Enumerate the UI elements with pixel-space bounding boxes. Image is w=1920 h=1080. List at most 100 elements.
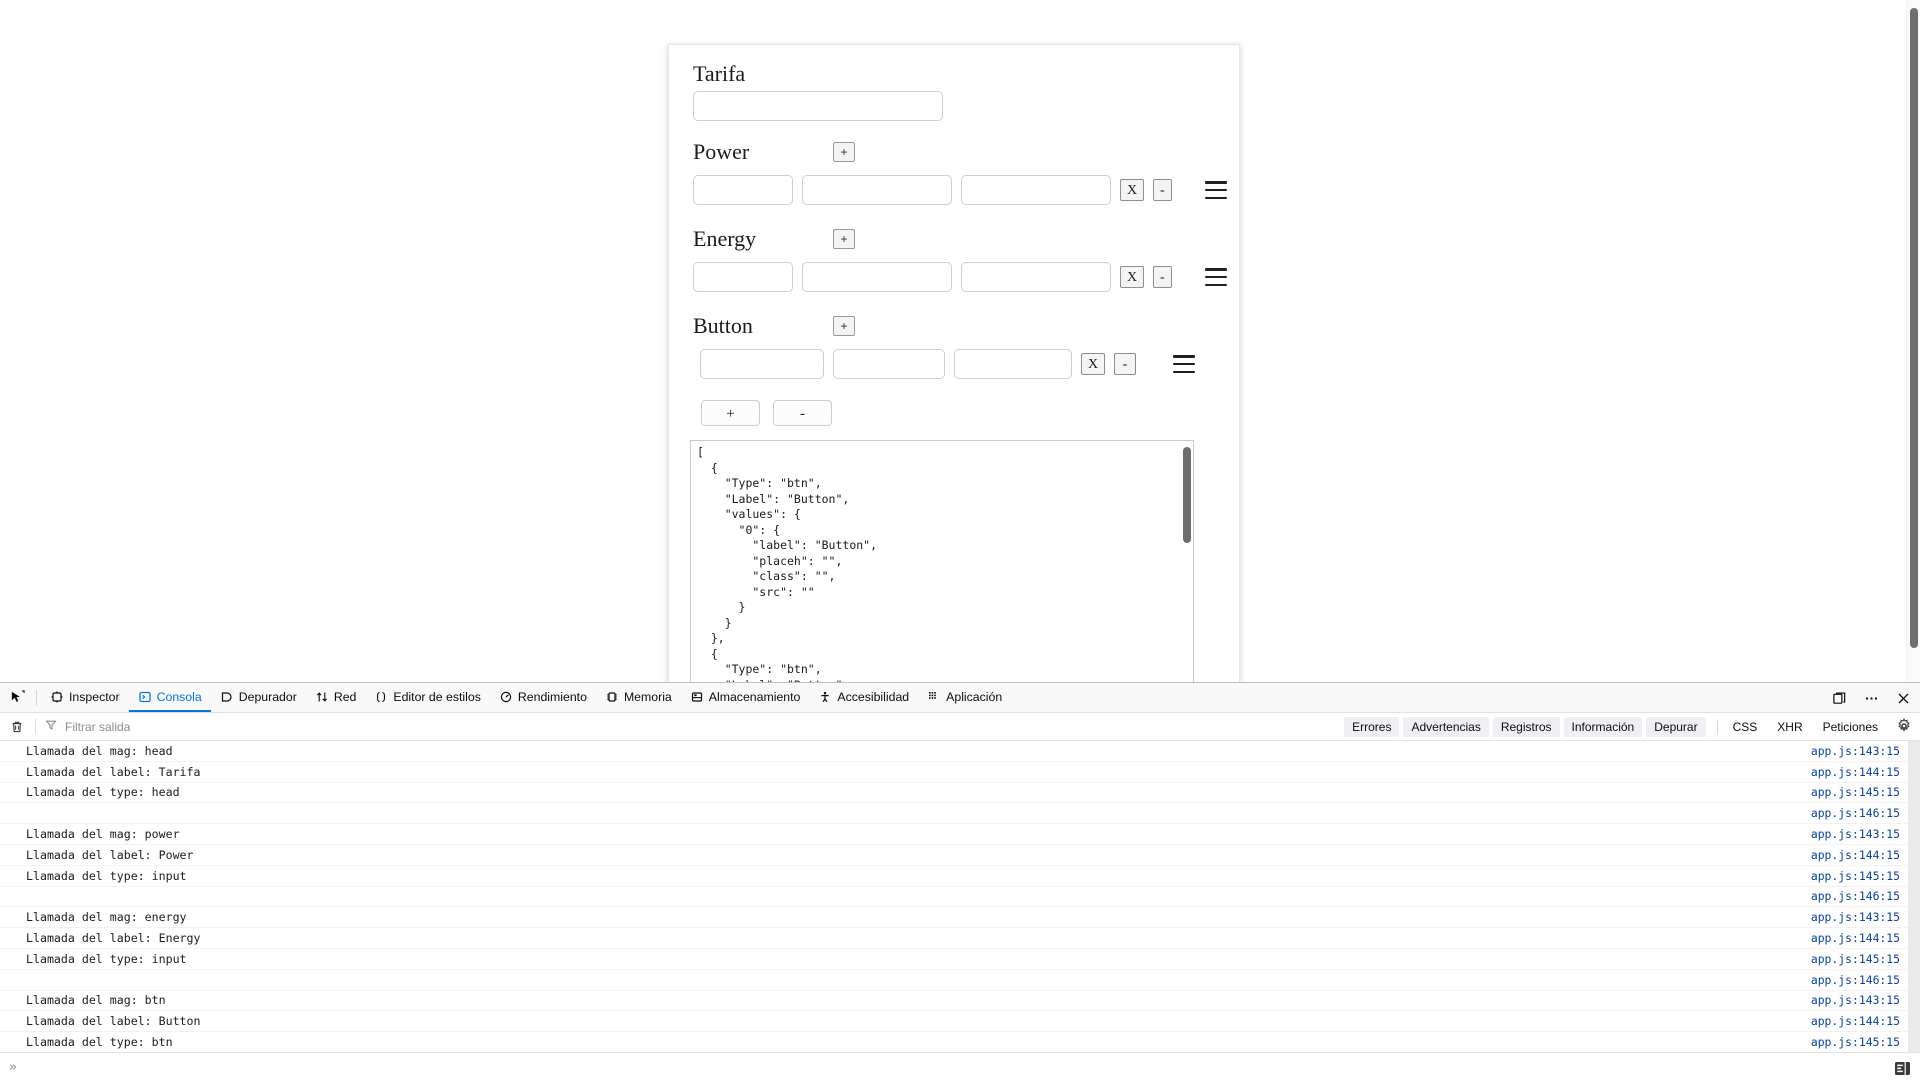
console-log-row[interactable]: Llamada del type: input app.js:145:15 bbox=[0, 949, 1920, 970]
console-filter-chips: Errores Advertencias Registros Informaci… bbox=[1344, 713, 1914, 741]
energy-field-a[interactable] bbox=[693, 262, 793, 292]
button-label: Button bbox=[693, 313, 753, 338]
split-console-icon[interactable] bbox=[1892, 1058, 1912, 1078]
console-log-source-link[interactable]: app.js:144:15 bbox=[1811, 931, 1900, 945]
dock-to-side-icon[interactable] bbox=[1830, 689, 1848, 707]
energy-remove-button[interactable]: - bbox=[1153, 266, 1172, 288]
memory-icon bbox=[605, 690, 619, 704]
button-clear-button[interactable]: X bbox=[1081, 353, 1105, 375]
element-picker-icon[interactable] bbox=[4, 686, 30, 710]
button-drag-handle-icon[interactable] bbox=[1173, 355, 1195, 373]
tab-depurador[interactable]: Depurador bbox=[211, 683, 306, 712]
console-log-source-link[interactable]: app.js:146:15 bbox=[1811, 889, 1900, 903]
power-label: Power bbox=[693, 139, 750, 164]
button-add-button[interactable]: + bbox=[833, 316, 855, 336]
console-log-source-link[interactable]: app.js:145:15 bbox=[1811, 1035, 1900, 1049]
console-prompt-input[interactable] bbox=[16, 1059, 1920, 1076]
console-log-row[interactable]: Llamada del mag: power app.js:143:15 bbox=[0, 824, 1920, 845]
json-preview-box[interactable]: [ { "Type": "btn", "Label": "Button", "v… bbox=[690, 440, 1194, 682]
console-log-row[interactable]: Llamada del type: head app.js:145:15 bbox=[0, 783, 1920, 804]
gear-icon[interactable] bbox=[1896, 718, 1914, 736]
button-field-c[interactable] bbox=[954, 349, 1072, 379]
trash-icon[interactable] bbox=[8, 718, 26, 736]
button-remove-button[interactable]: - bbox=[1114, 353, 1136, 375]
energy-drag-handle-icon[interactable] bbox=[1204, 268, 1227, 286]
json-preview-scrollbar[interactable] bbox=[1181, 441, 1193, 682]
tab-consola-label: Consola bbox=[156, 689, 202, 704]
console-log-row[interactable]: Llamada del type: input app.js:145:15 bbox=[0, 866, 1920, 887]
button-field-b[interactable] bbox=[833, 349, 945, 379]
console-log-row[interactable]: Llamada del label: Power app.js:144:15 bbox=[0, 845, 1920, 866]
add-group-button[interactable]: + bbox=[701, 400, 760, 426]
power-field-b[interactable] bbox=[802, 175, 952, 205]
console-log-row[interactable]: Llamada del type: btn app.js:145:15 bbox=[0, 1032, 1920, 1052]
console-log-source-link[interactable]: app.js:143:15 bbox=[1811, 993, 1900, 1007]
energy-field-b[interactable] bbox=[802, 262, 952, 292]
close-icon[interactable] bbox=[1894, 689, 1912, 707]
tab-inspector[interactable]: Inspector bbox=[41, 683, 129, 712]
power-drag-handle-icon[interactable] bbox=[1204, 181, 1227, 199]
tab-aplicacion[interactable]: Aplicación bbox=[918, 683, 1011, 712]
power-field-c[interactable] bbox=[961, 175, 1111, 205]
filter-chip-peticiones[interactable]: Peticiones bbox=[1815, 717, 1886, 737]
console-log-source-link[interactable]: app.js:145:15 bbox=[1811, 952, 1900, 966]
page-viewport: Tarifa Power + X - Energy + X - Button +… bbox=[0, 0, 1920, 682]
console-log-row[interactable]: Llamada del label: Button app.js:144:15 bbox=[0, 1011, 1920, 1033]
console-log-row[interactable]: Llamada del mag: head app.js:143:15 bbox=[0, 741, 1920, 762]
console-scrollbar[interactable] bbox=[1908, 741, 1920, 1052]
tab-depurador-label: Depurador bbox=[238, 689, 297, 704]
console-log-source-link[interactable]: app.js:144:15 bbox=[1811, 848, 1900, 862]
console-filter-input[interactable] bbox=[63, 718, 303, 735]
console-log-source-link[interactable]: app.js:143:15 bbox=[1811, 827, 1900, 841]
power-add-button[interactable]: + bbox=[833, 142, 855, 162]
tab-consola[interactable]: Consola bbox=[128, 683, 211, 712]
button-field-a[interactable] bbox=[700, 349, 824, 379]
filter-chip-advertencias[interactable]: Advertencias bbox=[1403, 717, 1489, 737]
tab-almacenamiento[interactable]: Almacenamiento bbox=[681, 683, 810, 712]
console-log-source-link[interactable]: app.js:144:15 bbox=[1811, 1014, 1900, 1028]
energy-add-button[interactable]: + bbox=[833, 229, 855, 249]
console-log-message: Llamada del label: Tarifa bbox=[26, 764, 201, 779]
energy-field-c[interactable] bbox=[961, 262, 1111, 292]
power-clear-button[interactable]: X bbox=[1120, 179, 1144, 201]
group-button: Button + X - bbox=[693, 313, 1215, 380]
console-filter-field[interactable] bbox=[45, 717, 325, 737]
console-prompt-row[interactable]: » bbox=[0, 1052, 1920, 1080]
tab-editor-de-estilos[interactable]: Editor de estilos bbox=[365, 683, 490, 712]
tab-accesibilidad[interactable]: Accesibilidad bbox=[809, 683, 918, 712]
console-log-source-link[interactable]: app.js:146:15 bbox=[1811, 806, 1900, 820]
console-log-row[interactable]: app.js:146:15 bbox=[0, 970, 1920, 991]
console-log-source-link[interactable]: app.js:145:15 bbox=[1811, 785, 1900, 799]
tab-memoria[interactable]: Memoria bbox=[596, 683, 681, 712]
style-editor-icon bbox=[374, 690, 388, 704]
tab-rendimiento[interactable]: Rendimiento bbox=[490, 683, 596, 712]
console-log-row[interactable]: Llamada del label: Energy app.js:144:15 bbox=[0, 928, 1920, 949]
power-field-a[interactable] bbox=[693, 175, 793, 205]
console-log-source-link[interactable]: app.js:144:15 bbox=[1811, 765, 1900, 779]
console-log-row[interactable]: Llamada del label: Tarifa app.js:144:15 bbox=[0, 762, 1920, 783]
console-log-row[interactable]: app.js:146:15 bbox=[0, 887, 1920, 908]
meatball-menu-icon[interactable] bbox=[1862, 689, 1880, 707]
global-controls: + - bbox=[701, 400, 1215, 426]
tab-red[interactable]: Red bbox=[306, 683, 366, 712]
console-log-row[interactable]: Llamada del mag: energy app.js:143:15 bbox=[0, 907, 1920, 929]
filter-chip-errores[interactable]: Errores bbox=[1344, 717, 1400, 737]
console-log-source-link[interactable]: app.js:145:15 bbox=[1811, 869, 1900, 883]
console-log-row[interactable]: app.js:146:15 bbox=[0, 803, 1920, 825]
console-log-source-link[interactable]: app.js:143:15 bbox=[1811, 910, 1900, 924]
filter-chip-informacion[interactable]: Información bbox=[1563, 717, 1643, 737]
tarifa-input[interactable] bbox=[693, 91, 943, 121]
remove-group-button[interactable]: - bbox=[773, 400, 832, 426]
filter-chip-depurar[interactable]: Depurar bbox=[1646, 717, 1706, 737]
console-log-source-link[interactable]: app.js:143:15 bbox=[1811, 744, 1900, 758]
filter-chip-registros[interactable]: Registros bbox=[1492, 717, 1560, 737]
debugger-icon bbox=[220, 690, 234, 704]
power-remove-button[interactable]: - bbox=[1153, 179, 1172, 201]
filter-chip-css[interactable]: CSS bbox=[1725, 717, 1766, 737]
console-log-row[interactable]: Llamada del mag: btn app.js:143:15 bbox=[0, 991, 1920, 1012]
filter-chip-xhr[interactable]: XHR bbox=[1769, 717, 1810, 737]
energy-clear-button[interactable]: X bbox=[1120, 266, 1144, 288]
console-log-source-link[interactable]: app.js:146:15 bbox=[1811, 973, 1900, 987]
page-scrollbar[interactable] bbox=[1906, 0, 1920, 682]
console-output[interactable]: Llamada del mag: head app.js:143:15 Llamad… bbox=[0, 741, 1920, 1052]
